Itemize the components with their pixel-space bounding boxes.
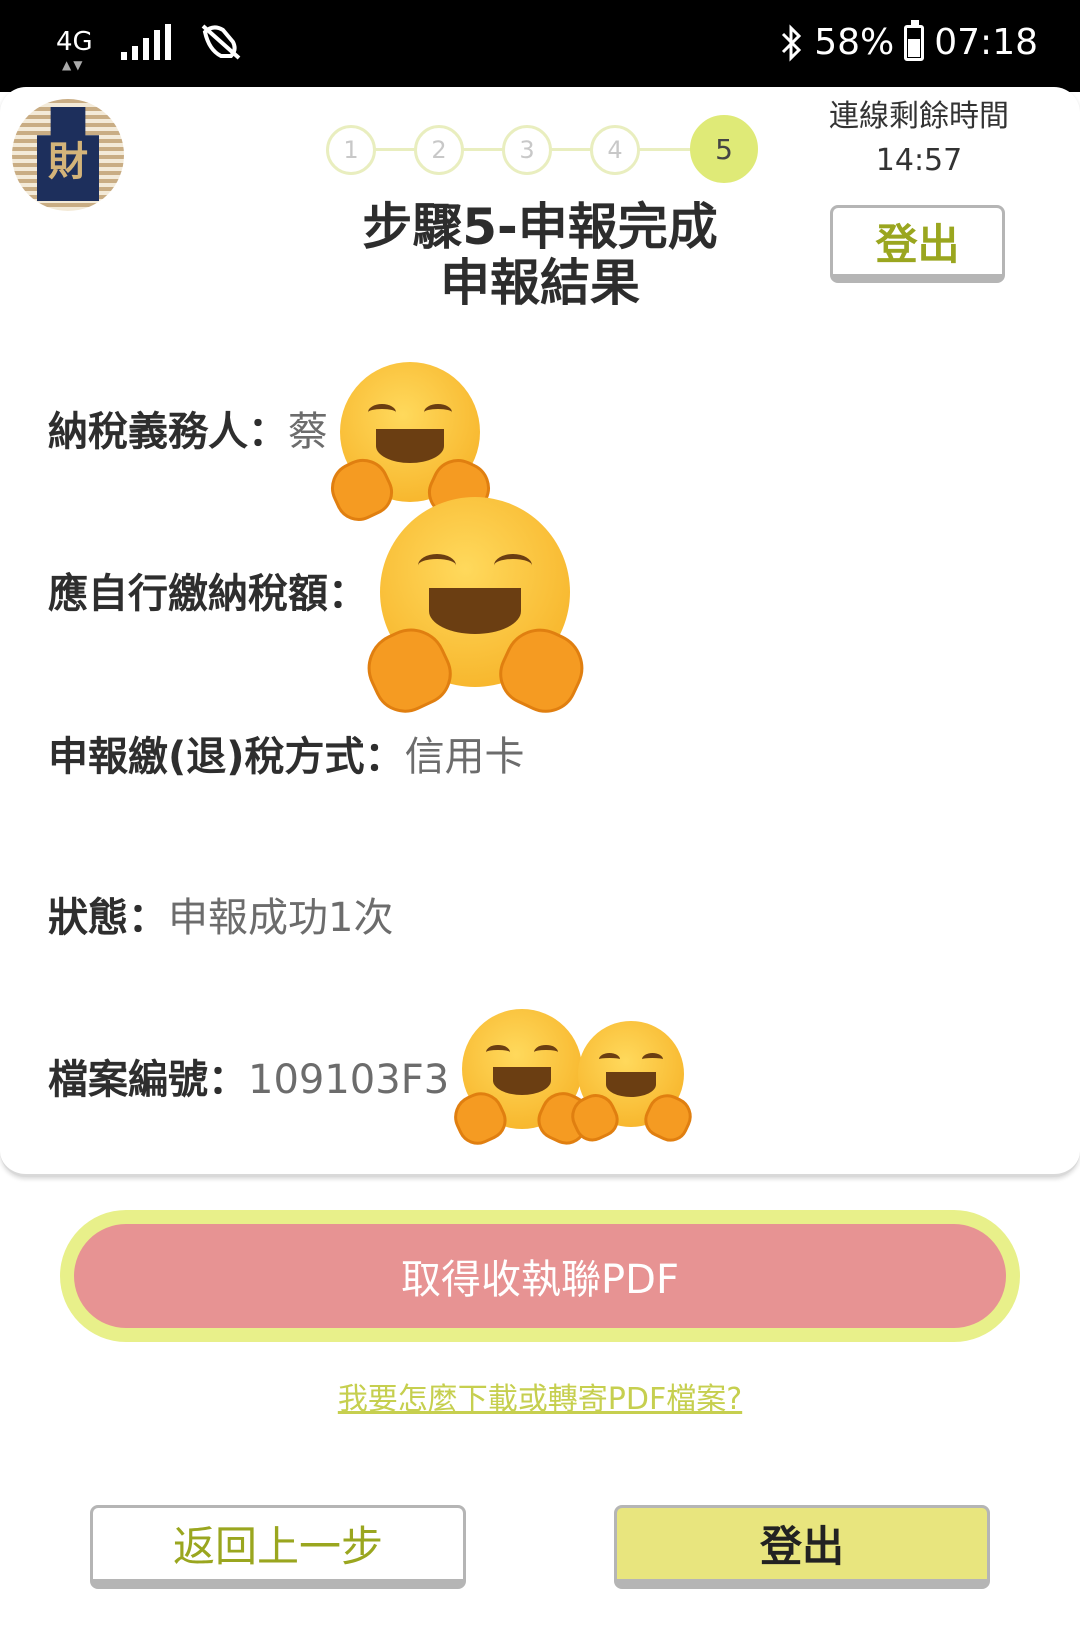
get-receipt-pdf-label[interactable]: 取得收執聯PDF: [74, 1224, 1006, 1328]
network-type-label: 4G: [56, 27, 93, 57]
hugging-face-emoji-icon: [321, 362, 499, 529]
timer-label: 連線剩餘時間: [829, 99, 1009, 134]
bluetooth-icon: [782, 23, 802, 62]
tax-due-row: 應自行繳納稅額：: [48, 569, 368, 619]
page-title: 步驟5-申報完成 申報結果: [300, 199, 780, 311]
status-left: 4G ▲▼: [56, 22, 243, 71]
step-3: 3: [502, 125, 552, 175]
page-title-line1: 步驟5-申報完成: [362, 198, 718, 256]
tax-bureau-logo: 財: [12, 99, 124, 211]
step-4: 4: [590, 125, 640, 175]
tax-due-label: 應自行繳納稅額：: [48, 571, 368, 617]
hugging-face-emoji-icon: [446, 1009, 598, 1152]
battery-percent: 58%: [814, 22, 895, 63]
payment-method-label: 申報繳(退)稅方式：: [48, 734, 405, 780]
step-2: 2: [414, 125, 464, 175]
hugging-face-emoji-icon: [564, 1021, 698, 1148]
mute-icon: [201, 24, 241, 60]
result-card: 財 1 2 3 4 5 步驟5-申報完成 申報結果 連線剩餘時間 14:57 登…: [0, 87, 1080, 1177]
file-number-label: 檔案編號：: [48, 1057, 248, 1103]
battery-icon: [904, 19, 925, 61]
status-value: 申報成功1次: [168, 895, 394, 941]
logout-button-top[interactable]: 登出: [830, 205, 1005, 283]
get-receipt-pdf-button[interactable]: 取得收執聯PDF: [60, 1210, 1020, 1342]
timer-value: 14:57: [875, 143, 963, 178]
step-1: 1: [326, 125, 376, 175]
file-number-row: 檔案編號：109103F3: [48, 1055, 449, 1105]
pdf-help-link[interactable]: 我要怎麼下載或轉寄PDF檔案?: [0, 1374, 1080, 1418]
clock: 07:18: [934, 22, 1038, 63]
status-right: 58% 07:18: [780, 19, 1038, 63]
status-label: 狀態：: [48, 895, 168, 941]
step-5-active: 5: [690, 115, 758, 183]
logout-button-bottom[interactable]: 登出: [614, 1505, 990, 1589]
status-bar: 4G ▲▼ 58% 07:18: [0, 0, 1080, 92]
back-button[interactable]: 返回上一步: [90, 1505, 466, 1589]
session-timer: 連線剩餘時間 14:57: [800, 95, 1038, 183]
hugging-face-emoji-icon: [355, 497, 595, 723]
status-row: 狀態：申報成功1次: [48, 893, 393, 943]
payment-method-value: 信用卡: [404, 734, 525, 780]
taxpayer-row: 納稅義務人：蔡: [48, 407, 328, 457]
taxpayer-label: 納稅義務人：: [48, 409, 288, 455]
data-arrows-icon: ▲▼: [62, 58, 85, 72]
taxpayer-value: 蔡: [288, 409, 328, 455]
file-number-value: 109103F3: [248, 1057, 450, 1103]
payment-method-row: 申報繳(退)稅方式：信用卡: [48, 732, 525, 782]
step-indicator: 1 2 3 4 5: [326, 115, 766, 185]
page-title-line2: 申報結果: [440, 254, 640, 312]
network-type: 4G ▲▼: [56, 27, 93, 71]
signal-icon: [120, 24, 171, 60]
